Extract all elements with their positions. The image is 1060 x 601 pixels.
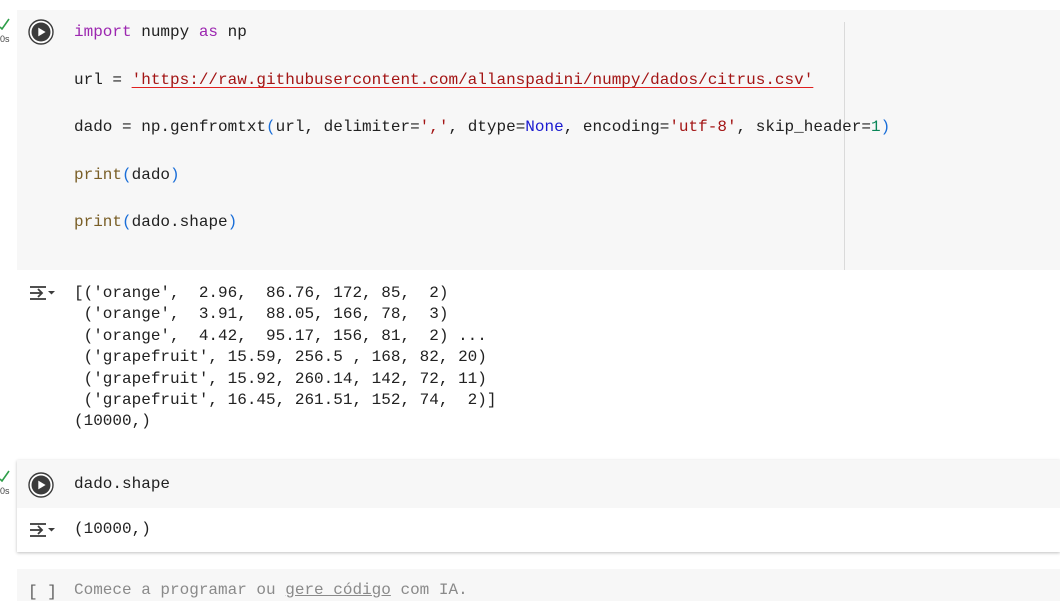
cell-brackets: [ ] <box>28 583 57 601</box>
placeholder-text-b: com IA. <box>390 581 468 599</box>
close-paren: ) <box>227 213 238 231</box>
code-cell-2-editor[interactable] <box>17 460 1060 508</box>
code-line-3[interactable]: dado = np.genfromtxt(url, delimiter=',',… <box>74 117 890 137</box>
cell-2-output: (10000,) <box>74 520 151 538</box>
output-menu-button[interactable] <box>28 519 56 541</box>
output-menu-button[interactable] <box>28 282 56 304</box>
open-paren: ( <box>266 118 276 136</box>
open-paren: ( <box>122 213 132 231</box>
placeholder-text-a: Comece a programar ou <box>74 581 286 599</box>
url-string: 'https://raw.githubusercontent.com/allan… <box>131 71 814 89</box>
generate-code-link[interactable]: gere código <box>285 581 391 599</box>
print-arg: dado.shape <box>131 213 228 231</box>
execution-time: 0s <box>0 34 10 44</box>
encoding-string: 'utf-8' <box>669 118 737 136</box>
output-menu-icon <box>30 286 55 300</box>
close-paren: ) <box>880 118 891 136</box>
print-arg: dado <box>131 166 171 184</box>
none-constant: None <box>525 118 564 136</box>
code-cell-2[interactable] <box>17 460 1060 552</box>
keyword-import: import <box>74 23 132 41</box>
print-fn: print <box>74 213 123 231</box>
cell-2-code-line[interactable]: dado.shape <box>74 474 170 494</box>
execution-time: 0s <box>0 486 10 496</box>
code-line-4[interactable]: print(dado) <box>74 165 180 185</box>
code-line-2[interactable]: url = 'https://raw.githubusercontent.com… <box>74 70 813 90</box>
skip-number: 1 <box>870 118 881 136</box>
url-assign: url = <box>74 71 132 89</box>
output-menu-icon <box>30 523 55 537</box>
args-a: url, delimiter= <box>275 118 420 136</box>
alias-name: np <box>218 23 247 41</box>
code-line-1[interactable]: import numpy as np <box>74 22 247 42</box>
line-length-ruler <box>844 22 845 270</box>
cell-2-status: 0s <box>0 470 14 510</box>
keyword-as: as <box>198 23 219 41</box>
print-fn: print <box>74 166 123 184</box>
play-circle-icon <box>28 472 54 498</box>
cell-1-output: [('orange', 2.96, 86.76, 172, 85, 2) ('o… <box>74 284 497 431</box>
delimiter-string: ',' <box>419 118 449 136</box>
args-c: , encoding= <box>563 118 670 136</box>
open-paren: ( <box>122 166 132 184</box>
run-cell-2-button[interactable] <box>28 472 54 498</box>
check-icon <box>0 18 10 30</box>
cell-placeholder[interactable]: Comece a programar ou gere código com IA… <box>74 581 468 599</box>
close-paren: ) <box>170 166 180 184</box>
args-d: , skip_header= <box>736 118 871 136</box>
cell-1-status: 0s <box>0 18 14 58</box>
args-b: , dtype= <box>448 118 526 136</box>
module-name: numpy <box>131 23 199 41</box>
check-icon <box>0 470 10 482</box>
code-line-5[interactable]: print(dado.shape) <box>74 212 237 232</box>
genfromtxt-call: dado = np.genfromtxt <box>74 118 267 136</box>
run-cell-1-button[interactable] <box>28 19 54 45</box>
play-circle-icon <box>28 19 54 45</box>
